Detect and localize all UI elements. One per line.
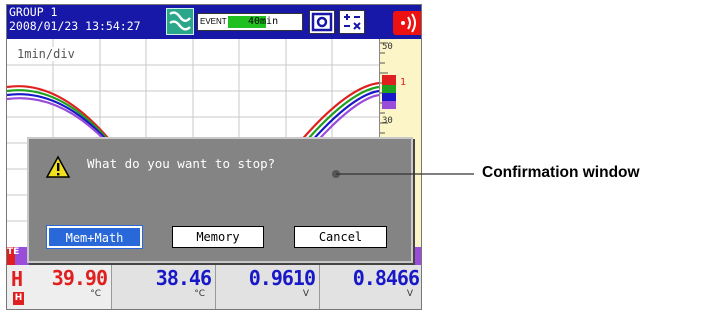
callout-leader bbox=[332, 170, 474, 178]
callout-label: Confirmation window bbox=[482, 164, 640, 181]
